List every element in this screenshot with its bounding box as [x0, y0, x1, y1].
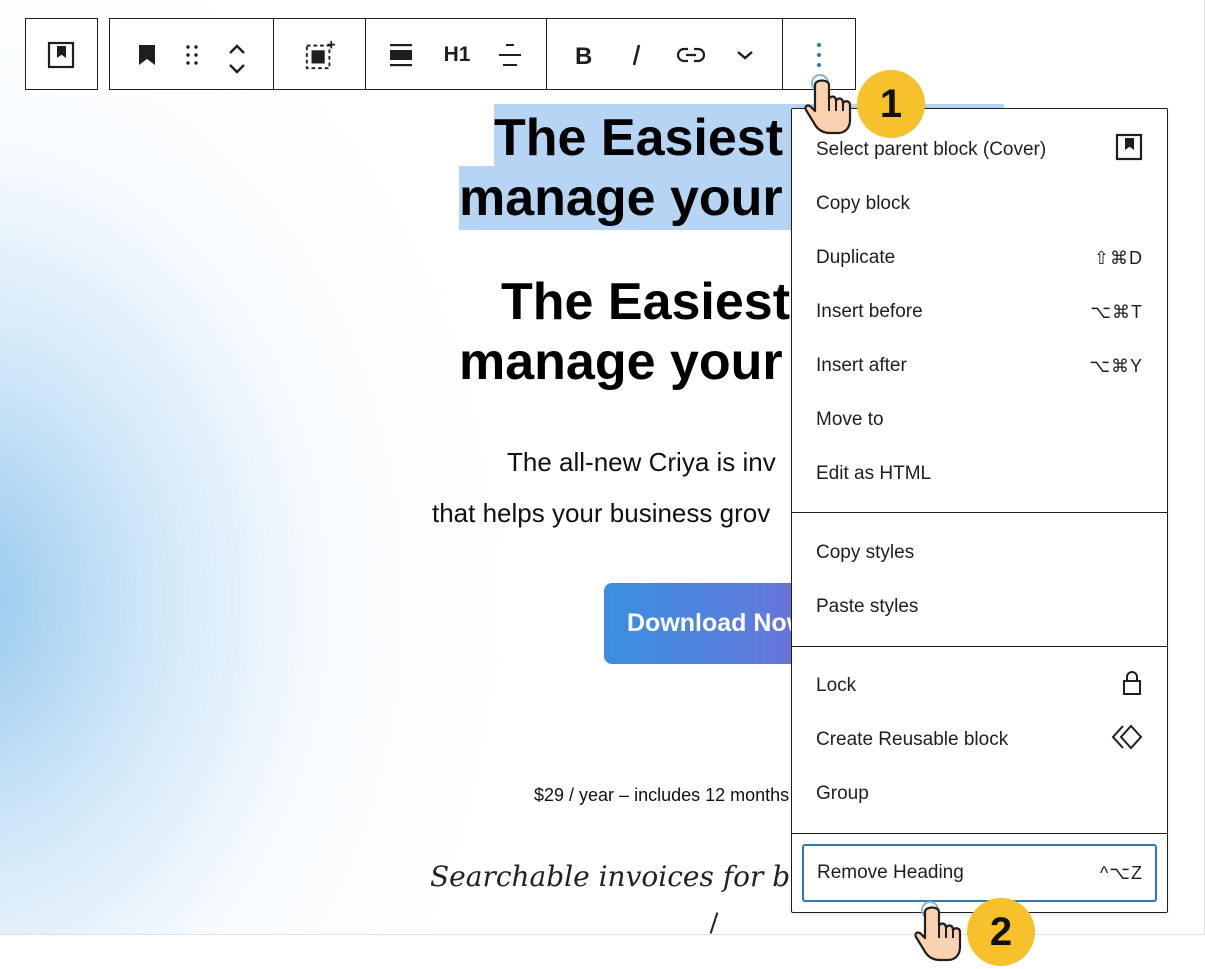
options-kebab-icon[interactable]: [803, 39, 835, 71]
menu-separator: [792, 833, 1167, 834]
menu-item-label: Insert after: [816, 355, 907, 376]
menu-item-paste-styles[interactable]: Paste styles: [792, 587, 1167, 627]
menu-item-edit-as-html[interactable]: Edit as HTML: [792, 454, 1167, 494]
menu-item-duplicate[interactable]: Duplicate ⇧⌘D: [792, 238, 1167, 278]
pointer-hand-icon: [800, 73, 856, 142]
download-now-label: Download Now: [627, 609, 807, 637]
select-parent-toolbar-group: [25, 18, 98, 90]
shortcut-label: ^⌥Z: [1099, 862, 1143, 883]
step-2-badge: 2: [967, 898, 1035, 966]
menu-item-label: Move to: [816, 409, 884, 430]
shortcut-label: ⌥⌘T: [1090, 301, 1143, 322]
reusable-block-icon: [1111, 724, 1143, 756]
align-center-icon[interactable]: [494, 39, 526, 71]
cover-block-icon[interactable]: [45, 39, 77, 71]
menu-item-label: Copy styles: [816, 542, 915, 563]
lock-icon: [1121, 670, 1143, 702]
bold-icon[interactable]: B: [567, 39, 599, 71]
menu-item-create-reusable-block[interactable]: Create Reusable block: [792, 720, 1167, 760]
menu-item-label: Remove Heading: [817, 862, 964, 883]
step-1-badge: 1: [857, 70, 925, 138]
menu-item-label: Copy block: [816, 193, 910, 214]
menu-item-move-to[interactable]: Move to: [792, 400, 1167, 440]
menu-item-group[interactable]: Group: [792, 774, 1167, 814]
menu-item-lock[interactable]: Lock: [792, 666, 1167, 706]
block-toolbar: H1 B: [109, 18, 856, 90]
menu-item-label: Paste styles: [816, 596, 919, 617]
menu-item-label: Create Reusable block: [816, 729, 1009, 750]
heading-text-line-2: manage your: [459, 169, 783, 227]
pointer-hand-icon: [910, 900, 966, 969]
menu-item-label: Group: [816, 783, 869, 804]
heading-block-icon[interactable]: [131, 39, 163, 71]
link-icon[interactable]: [675, 39, 707, 71]
heading-2-line-1[interactable]: The Easiest: [501, 272, 790, 332]
toolbar-separator: [782, 19, 783, 89]
toolbar-separator: [273, 19, 274, 89]
paragraph-line-1[interactable]: The all-new Criya is inv: [507, 447, 776, 478]
menu-item-label: Select parent block (Cover): [816, 139, 1047, 160]
menu-item-remove-heading[interactable]: Remove Heading ^⌥Z: [802, 844, 1157, 902]
paragraph-line-2[interactable]: that helps your business grov: [432, 498, 770, 529]
menu-item-label: Duplicate: [816, 247, 896, 268]
toolbar-separator: [365, 19, 366, 89]
shortcut-label: ⇧⌘D: [1093, 247, 1143, 268]
align-wide-icon[interactable]: [385, 39, 417, 71]
menu-separator: [792, 512, 1167, 513]
shortcut-label: ⌥⌘Y: [1089, 355, 1143, 376]
menu-item-copy-styles[interactable]: Copy styles: [792, 533, 1167, 573]
menu-item-insert-before[interactable]: Insert before ⌥⌘T: [792, 292, 1167, 332]
add-block-group-icon[interactable]: [304, 39, 336, 71]
menu-item-label: Insert before: [816, 301, 923, 322]
cover-block-icon: [1115, 133, 1143, 167]
block-options-menu: Select parent block (Cover) Copy block D…: [791, 108, 1168, 913]
menu-item-insert-after[interactable]: Insert after ⌥⌘Y: [792, 346, 1167, 386]
move-down-icon[interactable]: [221, 53, 253, 85]
toolbar-separator: [546, 19, 547, 89]
more-rich-text-chevron-icon[interactable]: [729, 39, 761, 71]
menu-separator: [792, 646, 1167, 647]
menu-item-label: Lock: [816, 675, 857, 696]
drag-handle-icon[interactable]: [176, 39, 208, 71]
heading-level-h1-button[interactable]: H1: [437, 41, 477, 69]
heading-2-line-2[interactable]: manage your: [459, 332, 783, 392]
script-stroke: [709, 912, 719, 934]
heading-text-line-1: The Easiest: [494, 109, 784, 167]
italic-icon[interactable]: [621, 39, 653, 71]
menu-item-label: Edit as HTML: [816, 463, 932, 484]
price-text[interactable]: $29 / year – includes 12 months: [534, 785, 789, 806]
menu-item-copy-block[interactable]: Copy block: [792, 184, 1167, 224]
svg-text:B: B: [575, 43, 592, 67]
